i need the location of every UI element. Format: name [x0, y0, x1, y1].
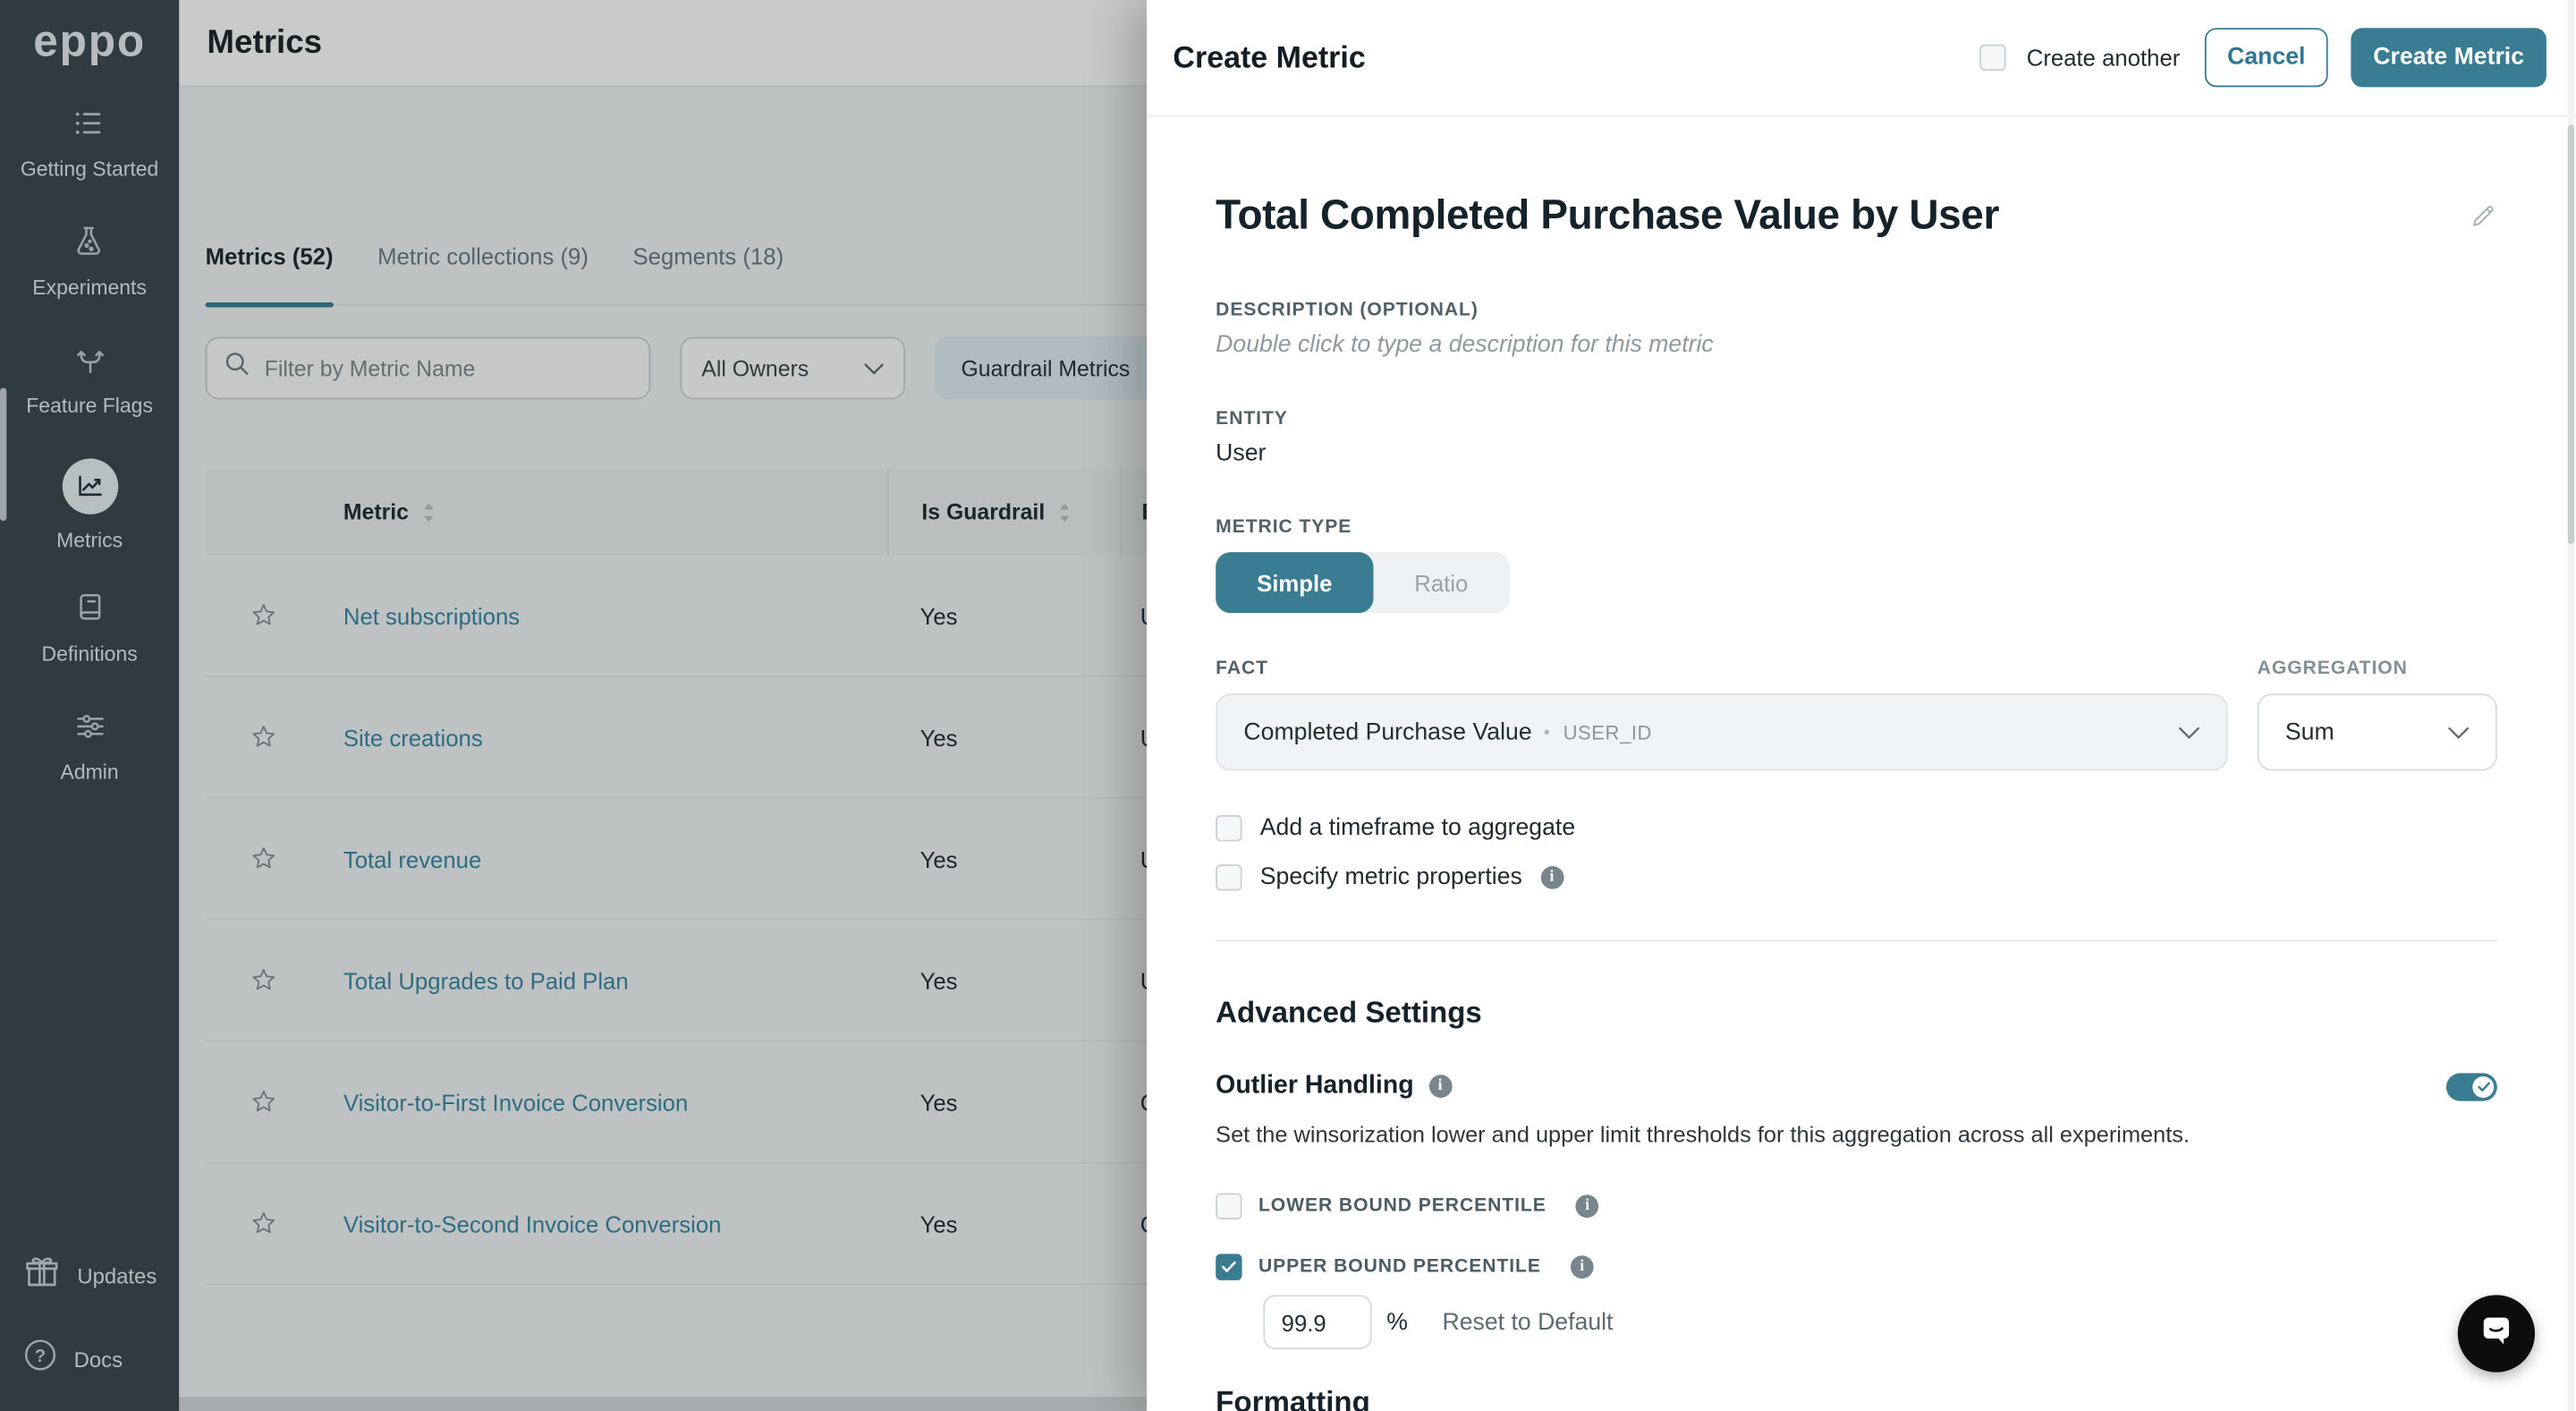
aggregation-dropdown[interactable]: Sum — [2257, 693, 2497, 771]
aggregation-label: AGGREGATION — [2257, 659, 2408, 679]
create-metric-panel: Create Metric Create another Cancel Crea… — [1147, 0, 2576, 1411]
create-another-checkbox[interactable] — [1979, 44, 2005, 71]
metric-name-title: Total Completed Purchase Value by User — [1216, 191, 1999, 239]
fact-key: USER_ID — [1563, 720, 1652, 744]
lower-bound-checkbox[interactable] — [1216, 1193, 1242, 1220]
panel-body: Total Completed Purchase Value by User D… — [1147, 192, 2576, 1411]
timeframe-checkbox-label: Add a timeframe to aggregate — [1259, 815, 1576, 842]
chat-launcher-button[interactable] — [2457, 1295, 2536, 1373]
outlier-handling-title: Outlier Handling — [1216, 1071, 1414, 1100]
metric-type-label: METRIC TYPE — [1216, 517, 1352, 538]
aggregation-dropdown-value: Sum — [2284, 718, 2334, 745]
outlier-handling-toggle[interactable] — [2445, 1072, 2497, 1101]
info-icon[interactable]: i — [1570, 1255, 1594, 1279]
upper-bound-percentile-input[interactable] — [1263, 1295, 1372, 1349]
info-icon[interactable]: i — [1575, 1194, 1599, 1219]
fact-dropdown-value: Completed Purchase Value — [1243, 718, 1532, 745]
upper-bound-checkbox[interactable] — [1216, 1254, 1242, 1280]
lower-bound-label: LOWER BOUND PERCENTILE — [1258, 1196, 1546, 1217]
percent-sign: % — [1386, 1308, 1408, 1336]
panel-header: Create Metric Create another Cancel Crea… — [1147, 0, 2576, 117]
dot-separator — [1545, 729, 1550, 735]
upper-bound-label: UPPER BOUND PERCENTILE — [1258, 1257, 1541, 1278]
fact-dropdown[interactable]: Completed Purchase Value USER_ID — [1216, 693, 2228, 771]
edit-pencil-icon[interactable] — [2470, 202, 2497, 230]
fact-label: FACT — [1216, 659, 1269, 679]
metric-type-segmented-control: Simple Ratio — [1216, 552, 1510, 614]
app-root: eppo Getting Started Experiments Feature… — [0, 0, 2576, 1411]
metric-properties-checkbox-label: Specify metric properties — [1259, 864, 1522, 891]
info-icon[interactable]: i — [1540, 865, 1563, 889]
metric-properties-checkbox[interactable] — [1216, 864, 1242, 891]
panel-scrollbar-thumb[interactable] — [2567, 124, 2575, 544]
entity-label: ENTITY — [1216, 409, 1288, 429]
toggle-knob — [2472, 1075, 2495, 1098]
chevron-down-icon — [2448, 726, 2470, 739]
description-label: DESCRIPTION (OPTIONAL) — [1216, 301, 1479, 321]
description-placeholder[interactable]: Double click to type a description for t… — [1216, 332, 2497, 358]
advanced-settings-title: Advanced Settings — [1216, 996, 1482, 1029]
chevron-down-icon — [2179, 726, 2200, 739]
create-another-label: Create another — [2026, 44, 2181, 71]
create-metric-button[interactable]: Create Metric — [2351, 28, 2546, 88]
panel-title: Create Metric — [1173, 39, 1366, 74]
cancel-button[interactable]: Cancel — [2204, 28, 2328, 88]
reset-to-default-link[interactable]: Reset to Default — [1442, 1309, 1613, 1335]
metric-type-option-ratio[interactable]: Ratio — [1373, 552, 1509, 613]
timeframe-checkbox[interactable] — [1216, 815, 1242, 842]
metric-type-option-simple[interactable]: Simple — [1216, 552, 1374, 614]
outlier-handling-description: Set the winsorization lower and upper li… — [1216, 1122, 2190, 1148]
chat-bubble-icon — [2474, 1307, 2519, 1360]
entity-value: User — [1216, 440, 1267, 467]
formatting-title: Formatting — [1216, 1385, 1370, 1411]
modal-overlay[interactable] — [0, 0, 1148, 1411]
info-icon[interactable]: i — [1428, 1075, 1452, 1098]
section-divider — [1216, 939, 2497, 942]
